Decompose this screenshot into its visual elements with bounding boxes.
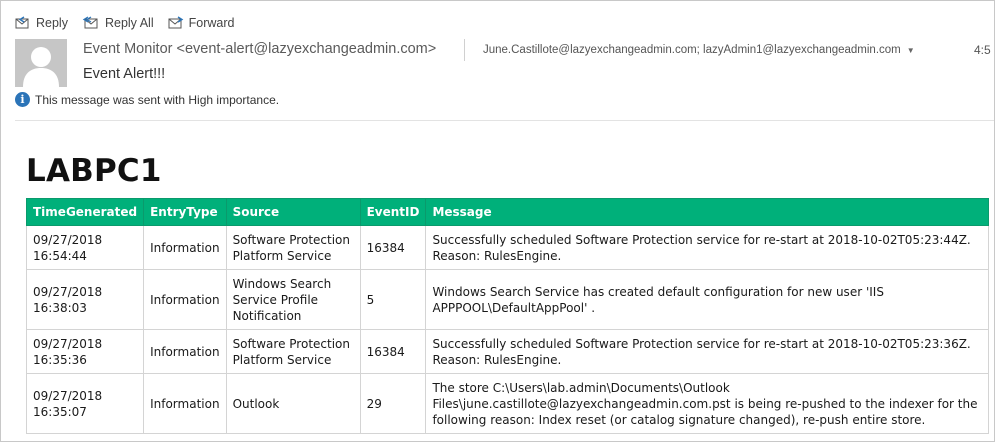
- column-header: Source: [225, 198, 361, 226]
- column-header: Message: [425, 198, 989, 226]
- date-text: 09/27/2018: [33, 232, 103, 247]
- source-cell: Outlook: [225, 373, 361, 434]
- reply-all-button[interactable]: Reply All: [82, 16, 154, 30]
- avatar-placeholder: [15, 39, 67, 87]
- forward-label: Forward: [188, 16, 235, 30]
- forward-button[interactable]: Forward: [168, 16, 235, 30]
- table-row: 09/27/2018 16:35:36 Information Software…: [25, 329, 989, 374]
- clock-text: 16:54:44: [33, 248, 87, 263]
- time-generated-cell: 09/27/2018 16:35:36: [25, 329, 145, 374]
- message-cell: The store C:\Users\lab.admin\Documents\O…: [425, 373, 989, 434]
- event-id-cell: 5: [359, 269, 427, 330]
- column-header: TimeGenerated: [25, 198, 145, 226]
- reply-all-icon: [82, 16, 100, 30]
- event-table: TimeGenerated EntryType Source EventID M…: [25, 198, 989, 434]
- message-toolbar: Reply Reply All Forward: [15, 13, 234, 33]
- reply-label: Reply: [36, 16, 68, 30]
- clock-text: 16:35:36: [33, 352, 87, 367]
- column-header: EntryType: [143, 198, 227, 226]
- recipients-line[interactable]: June.Castillote@lazyexchangeadmin.com; l…: [483, 44, 915, 56]
- source-cell: Windows Search Service Profile Notificat…: [225, 269, 361, 330]
- importance-infobar: i This message was sent with High import…: [15, 92, 279, 107]
- entry-type-cell: Information: [143, 373, 227, 434]
- source-cell: Software Protection Platform Service: [225, 329, 361, 374]
- event-id-cell: 29: [359, 373, 427, 434]
- recipients-text: June.Castillote@lazyexchangeadmin.com; l…: [483, 44, 901, 56]
- reply-icon: [15, 16, 31, 30]
- message-reading-pane: Reply Reply All Forward Event Monitor <e…: [0, 0, 995, 442]
- sender-avatar: [15, 39, 67, 87]
- table-header-row: TimeGenerated EntryType Source EventID M…: [25, 198, 989, 226]
- reply-all-label: Reply All: [104, 16, 154, 30]
- date-text: 09/27/2018: [33, 284, 103, 299]
- forward-icon: [168, 16, 184, 30]
- sender-name[interactable]: Event Monitor <event-alert@lazyexchangea…: [83, 41, 436, 57]
- header-separator: [15, 120, 994, 121]
- source-cell: Software Protection Platform Service: [225, 225, 361, 270]
- time-generated-cell: 09/27/2018 16:54:44: [25, 225, 145, 270]
- importance-text: This message was sent with High importan…: [35, 92, 280, 107]
- received-time: 4:5: [974, 43, 991, 57]
- table-row: 09/27/2018 16:38:03 Information Windows …: [25, 269, 989, 330]
- event-id-cell: 16384: [359, 225, 427, 270]
- message-cell: Successfully scheduled Software Protecti…: [425, 225, 989, 270]
- entry-type-cell: Information: [143, 329, 227, 374]
- header-divider: [464, 39, 465, 61]
- message-subject: Event Alert!!!: [83, 66, 166, 82]
- clock-text: 16:38:03: [33, 300, 87, 315]
- table-row: 09/27/2018 16:35:07 Information Outlook …: [25, 373, 989, 434]
- time-generated-cell: 09/27/2018 16:35:07: [25, 373, 145, 434]
- date-text: 09/27/2018: [33, 388, 103, 403]
- entry-type-cell: Information: [143, 269, 227, 330]
- reply-button[interactable]: Reply: [15, 16, 68, 30]
- message-cell: Successfully scheduled Software Protecti…: [425, 329, 989, 374]
- info-icon: i: [15, 92, 30, 107]
- event-id-cell: 16384: [359, 329, 427, 374]
- entry-type-cell: Information: [143, 225, 227, 270]
- chevron-down-icon[interactable]: ▼: [907, 46, 915, 55]
- table-row: 09/27/2018 16:54:44 Information Software…: [25, 225, 989, 270]
- column-header: EventID: [359, 198, 427, 226]
- clock-text: 16:35:07: [33, 404, 87, 419]
- message-cell: Windows Search Service has created defau…: [425, 269, 989, 330]
- time-generated-cell: 09/27/2018 16:38:03: [25, 269, 145, 330]
- computer-name-heading: LABPC1: [26, 153, 162, 189]
- date-text: 09/27/2018: [33, 336, 103, 351]
